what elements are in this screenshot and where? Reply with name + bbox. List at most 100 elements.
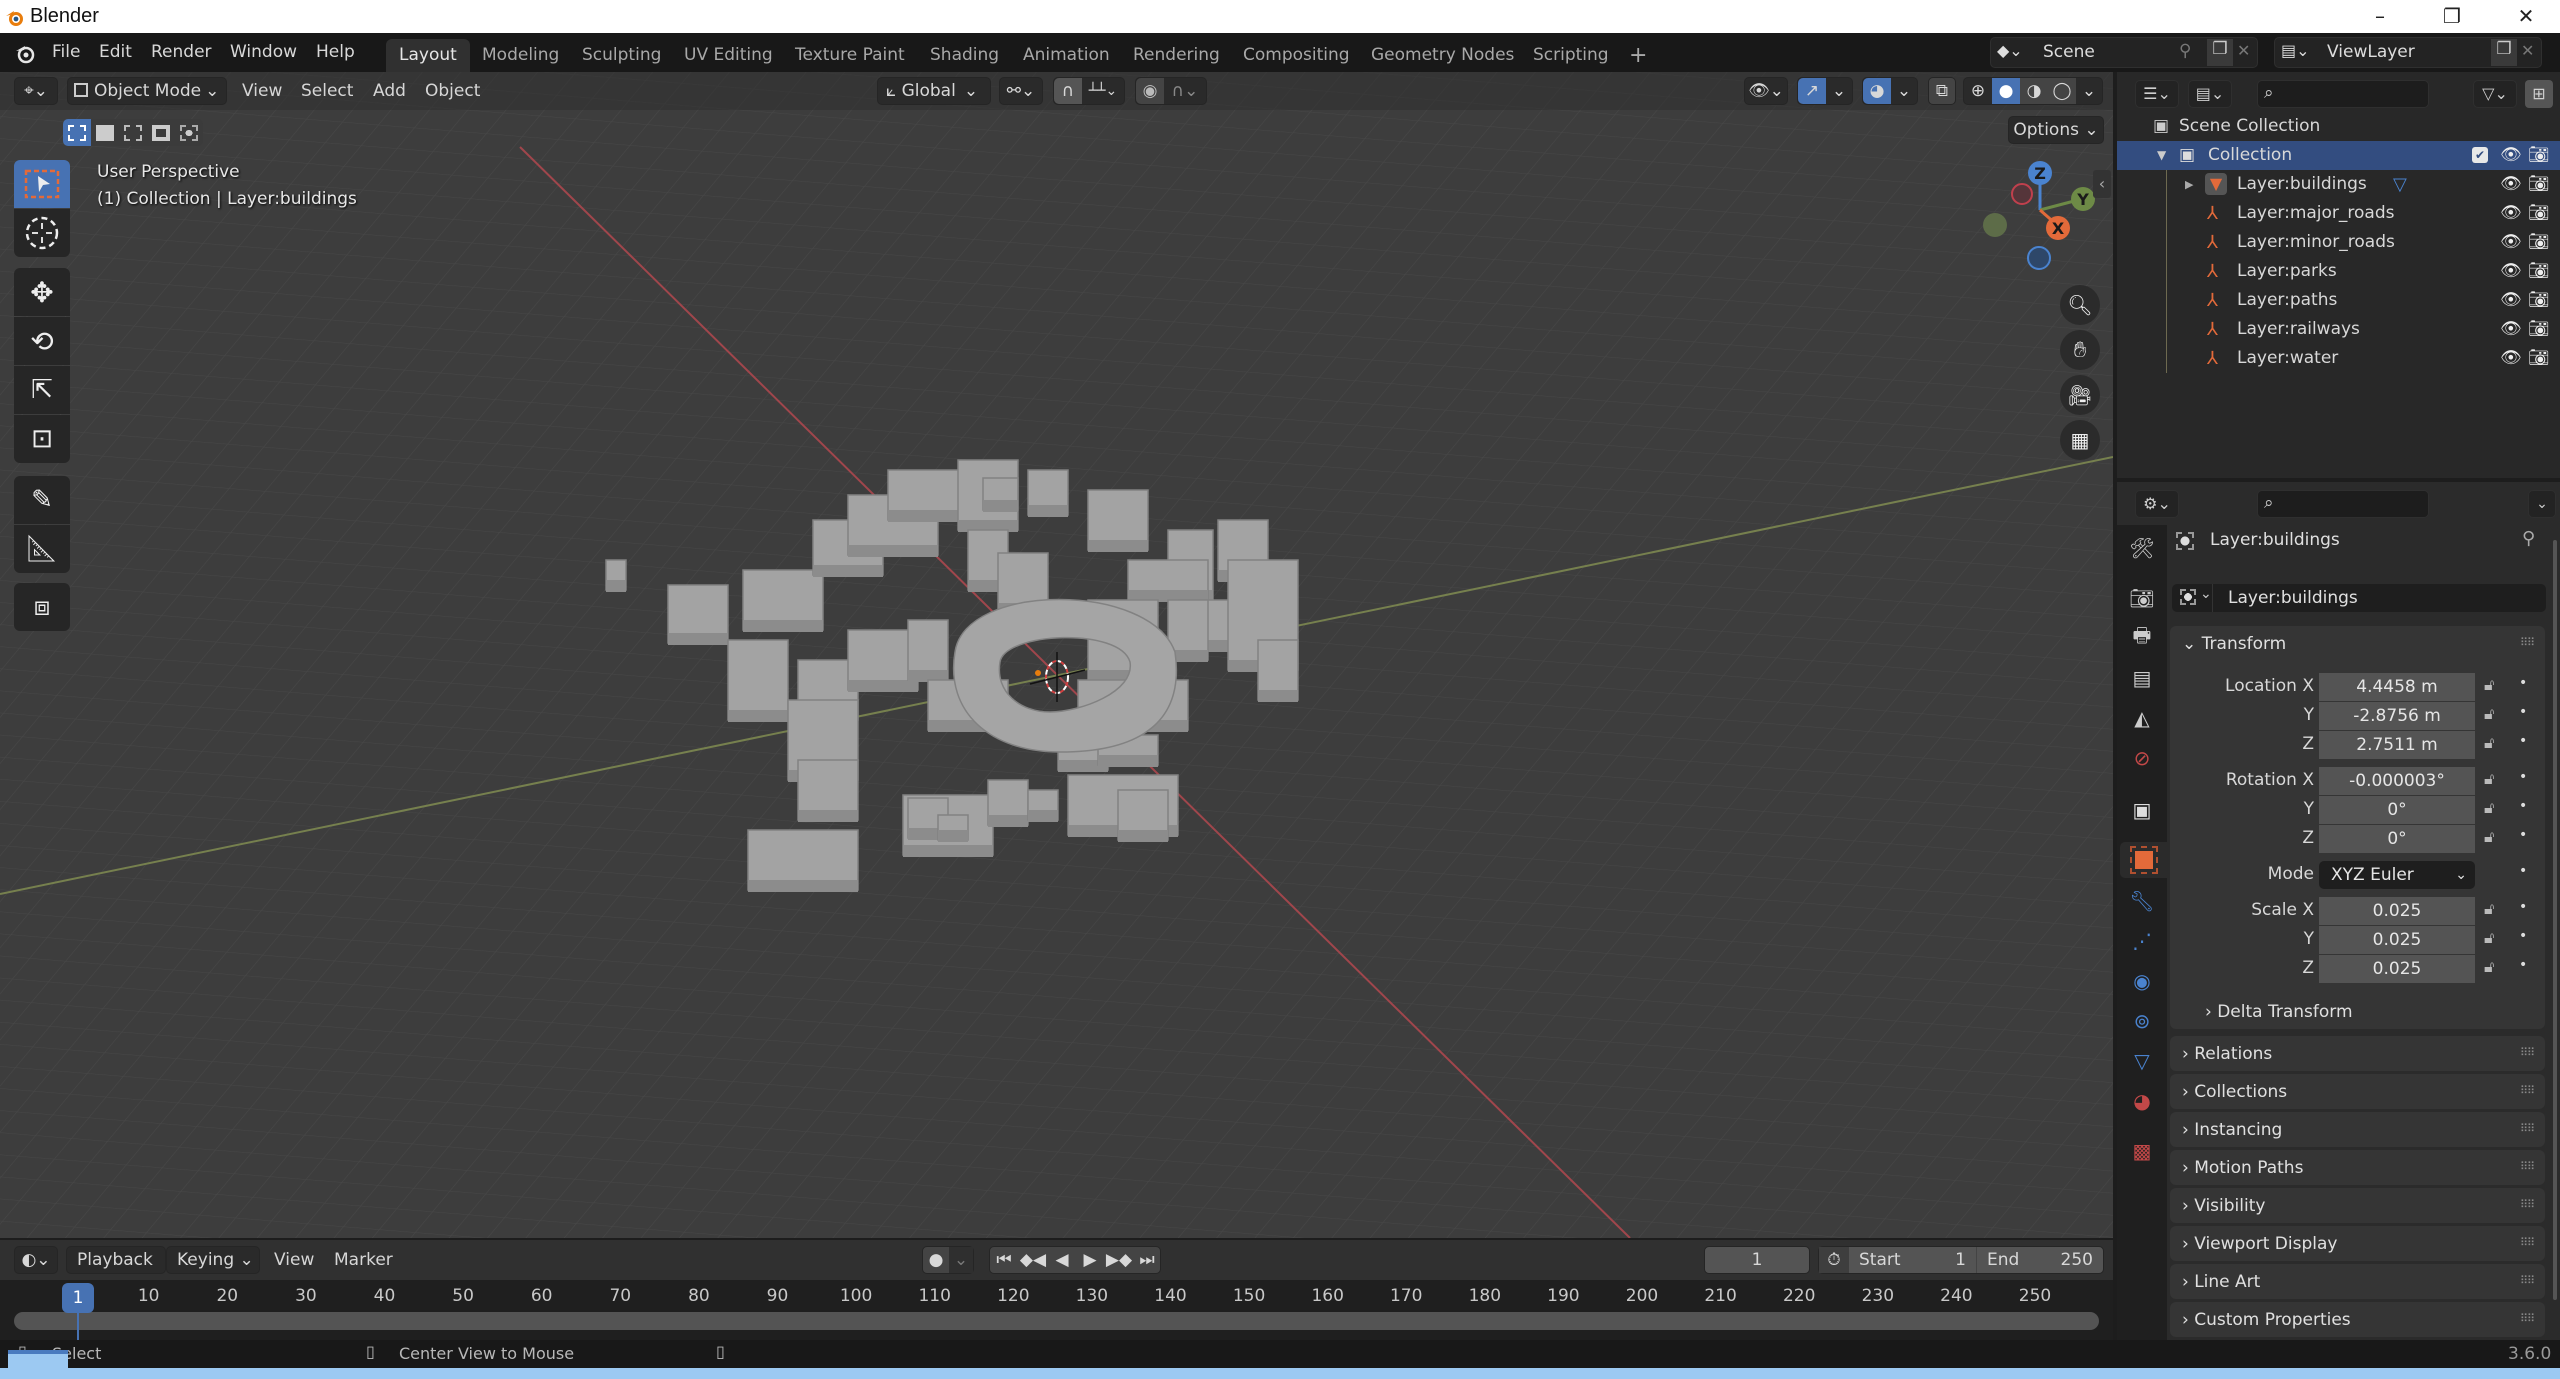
jump-end-icon[interactable]: ⏭: [1134, 1247, 1160, 1273]
tab-constraints[interactable]: ⊚: [2124, 1003, 2160, 1039]
maximize-button[interactable]: ❐: [2432, 2, 2472, 30]
add-workspace-button[interactable]: +: [1616, 39, 1660, 72]
tool-transform[interactable]: ⊡: [14, 415, 70, 463]
camera-render-icon[interactable]: 📷︎: [2528, 286, 2550, 315]
workspace-tab-uv-editing[interactable]: UV Editing: [671, 39, 786, 72]
gizmo-toggle-icon[interactable]: ↗: [1798, 78, 1826, 104]
gizmo-neg-z[interactable]: [2027, 246, 2051, 270]
viewlayer-name[interactable]: ViewLayer: [2327, 42, 2415, 62]
chevron-down-icon[interactable]: ⌄: [1891, 78, 1917, 104]
keyframe-dot-icon[interactable]: •: [2519, 899, 2527, 915]
workspace-tab-layout[interactable]: Layout: [386, 39, 470, 72]
select-subtract-button[interactable]: [119, 119, 147, 146]
select-extend-button[interactable]: [91, 119, 119, 146]
outliner-item[interactable]: ⅄ Layer:water 👁︎ 📷︎: [2117, 344, 2560, 373]
workspace-tab-sculpting[interactable]: Sculpting: [569, 39, 674, 72]
pin-scene-icon[interactable]: ⚲: [2179, 41, 2191, 61]
timeline-editor-type[interactable]: ◐⌄: [14, 1246, 58, 1274]
viewport-menu-view[interactable]: View: [242, 77, 282, 105]
camera-render-icon[interactable]: 📷︎: [2528, 199, 2550, 228]
workspace-tab-animation[interactable]: Animation: [1010, 39, 1123, 72]
3d-viewport[interactable]: User Perspective (1) Collection | Layer:…: [0, 72, 2113, 1238]
outliner-item[interactable]: ⅄ Layer:minor_roads 👁︎ 📷︎: [2117, 228, 2560, 257]
mode-selector[interactable]: Object Mode ⌄: [67, 77, 227, 105]
properties-scrollbar[interactable]: [2553, 540, 2557, 1300]
drag-handle-icon[interactable]: ⠿⠿: [2520, 1084, 2535, 1097]
lock-icon[interactable]: 🔓︎: [2484, 675, 2494, 695]
keyframe-dot-icon[interactable]: •: [2519, 827, 2527, 843]
expand-arrow-icon[interactable]: ▶: [2185, 170, 2193, 199]
camera-render-icon[interactable]: 📷︎: [2528, 315, 2550, 344]
tool-cursor[interactable]: [14, 209, 70, 257]
tab-data[interactable]: ▽: [2124, 1043, 2160, 1079]
eye-icon[interactable]: 👁︎: [2500, 170, 2522, 199]
tab-texture[interactable]: ▩: [2124, 1133, 2160, 1169]
timeline-menu-marker[interactable]: Marker: [334, 1246, 393, 1274]
panel-collections[interactable]: › Collections ⠿⠿: [2170, 1074, 2545, 1109]
select-intersect-button[interactable]: [175, 119, 203, 146]
lock-icon[interactable]: 🔓︎: [2484, 928, 2494, 948]
delete-viewlayer-icon[interactable]: ✕: [2521, 41, 2534, 60]
outliner-item[interactable]: ⅄ Layer:paths 👁︎ 📷︎: [2117, 286, 2560, 315]
panel-visibility[interactable]: › Visibility ⠿⠿: [2170, 1188, 2545, 1223]
menu-window[interactable]: Window: [220, 33, 307, 72]
workspace-tab-modeling[interactable]: Modeling: [469, 39, 572, 72]
keyframe-dot-icon[interactable]: •: [2519, 928, 2527, 944]
editor-type-button[interactable]: ⌖⌄: [14, 77, 58, 105]
start-frame-field[interactable]: Start 1: [1849, 1247, 1977, 1273]
property-value-field[interactable]: -2.8756 m: [2319, 702, 2475, 730]
outliner-filter-button[interactable]: ▽⌄: [2473, 80, 2517, 108]
viewlayer-selector[interactable]: ▤⌄ ViewLayer ❐ ✕: [2274, 37, 2542, 68]
navigation-gizmo[interactable]: Z Y X: [1965, 157, 2113, 277]
exclude-checkbox[interactable]: ✔: [2472, 147, 2488, 163]
eye-icon[interactable]: 👁︎: [2500, 141, 2522, 170]
eye-icon[interactable]: 👁︎: [2500, 286, 2522, 315]
transform-orientation-selector[interactable]: ⟀ Global ⌄: [877, 77, 991, 105]
menu-help[interactable]: Help: [306, 33, 365, 72]
drag-handle-icon[interactable]: ⠿⠿: [2520, 1160, 2535, 1173]
wireframe-shading-icon[interactable]: ⊕: [1964, 78, 1992, 104]
current-frame-field[interactable]: 1: [1704, 1246, 1810, 1274]
eye-icon[interactable]: 👁︎: [2500, 257, 2522, 286]
camera-render-icon[interactable]: 📷︎: [2528, 228, 2550, 257]
chevron-down-icon[interactable]: ⌄: [949, 1247, 973, 1273]
outliner-scene-collection[interactable]: ▣ Scene Collection: [2117, 112, 2560, 141]
rendered-shading-icon[interactable]: ◯: [2048, 78, 2076, 104]
panel-motion-paths[interactable]: › Motion Paths ⠿⠿: [2170, 1150, 2545, 1185]
viewport-canvas[interactable]: [0, 72, 2113, 1238]
property-value-field[interactable]: 0.025: [2319, 955, 2475, 983]
tab-render[interactable]: 📷︎: [2124, 580, 2160, 616]
keying-menu[interactable]: Keying ⌄: [166, 1246, 260, 1274]
tool-move[interactable]: ✥: [14, 268, 70, 316]
workspace-tab-compositing[interactable]: Compositing: [1230, 39, 1363, 72]
keyframe-dot-icon[interactable]: •: [2519, 769, 2527, 785]
toggle-ortho-button[interactable]: ▦: [2060, 420, 2100, 460]
property-value-field[interactable]: 0.025: [2319, 926, 2475, 954]
panel-relations[interactable]: › Relations ⠿⠿: [2170, 1036, 2545, 1071]
drag-handle-icon[interactable]: ⠿⠿: [2520, 1312, 2535, 1325]
end-frame-field[interactable]: End 250: [1977, 1247, 2103, 1273]
stopwatch-icon[interactable]: ⏱: [1819, 1247, 1849, 1273]
tool-measure[interactable]: 📐︎: [14, 525, 70, 573]
overlay-toggle-icon[interactable]: ◕: [1863, 78, 1891, 104]
tool-rotate[interactable]: ⟲: [14, 317, 70, 365]
property-value-field[interactable]: 0.025: [2319, 897, 2475, 925]
properties-options-button[interactable]: ⌄: [2528, 490, 2556, 518]
workspace-tab-shading[interactable]: Shading: [917, 39, 1012, 72]
outliner-item[interactable]: ⅄ Layer:railways 👁︎ 📷︎: [2117, 315, 2560, 344]
panel-viewport-display[interactable]: › Viewport Display ⠿⠿: [2170, 1226, 2545, 1261]
chevron-down-icon[interactable]: ⌄: [1826, 78, 1852, 104]
tool-add-cube[interactable]: ⧈: [14, 583, 70, 631]
pan-view-button[interactable]: ✋︎: [2060, 330, 2100, 370]
property-value-field[interactable]: 0°: [2319, 825, 2475, 853]
timeline-scrollbar[interactable]: [14, 1312, 2099, 1330]
select-new-button[interactable]: [63, 119, 91, 146]
falloff-icon[interactable]: ∩⌄: [1164, 78, 1206, 104]
pin-icon[interactable]: ⚲: [2522, 528, 2535, 549]
eye-icon[interactable]: 👁︎: [2500, 199, 2522, 228]
material-shading-icon[interactable]: ◑: [2020, 78, 2048, 104]
drag-handle-icon[interactable]: ⠿⠿: [2520, 636, 2535, 649]
outliner-display-mode[interactable]: ▤⌄: [2188, 80, 2232, 108]
xray-toggle[interactable]: ⧉: [1928, 77, 1956, 105]
tab-tool[interactable]: 🛠︎: [2124, 530, 2160, 566]
